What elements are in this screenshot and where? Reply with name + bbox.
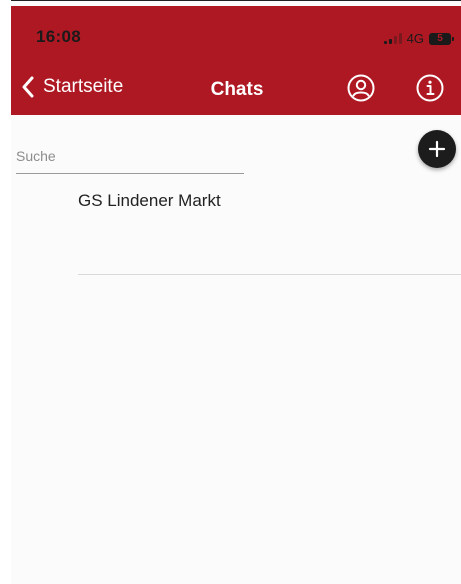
signal-icon	[383, 33, 402, 44]
navigation-bar: Startseite Chats	[11, 70, 461, 108]
back-button[interactable]: Startseite	[21, 76, 123, 98]
status-indicators: 4G 5	[383, 31, 454, 46]
info-circle-icon	[415, 73, 445, 103]
battery-icon: 5	[429, 32, 454, 45]
info-button[interactable]	[415, 73, 445, 103]
search-input[interactable]	[16, 140, 244, 174]
user-circle-icon	[346, 73, 376, 103]
network-type: 4G	[406, 31, 424, 46]
profile-button[interactable]	[346, 73, 376, 103]
chat-list-item[interactable]: GS Lindener Markt	[78, 186, 461, 275]
page-title: Chats	[210, 79, 264, 100]
search-field	[16, 140, 244, 174]
top-border	[0, 0, 461, 1]
app-header: 16:08 4G 5 Startseite Chats	[11, 6, 461, 115]
status-time: 16:08	[36, 27, 81, 46]
chat-name: GS Lindener Markt	[78, 191, 221, 210]
left-margin	[0, 0, 11, 584]
chevron-left-icon	[21, 76, 35, 98]
back-label: Startseite	[43, 76, 124, 97]
plus-icon	[418, 130, 456, 168]
app-screen: 16:08 4G 5 Startseite Chats Suche GS Lin…	[0, 0, 461, 584]
add-chat-button[interactable]	[418, 130, 456, 168]
